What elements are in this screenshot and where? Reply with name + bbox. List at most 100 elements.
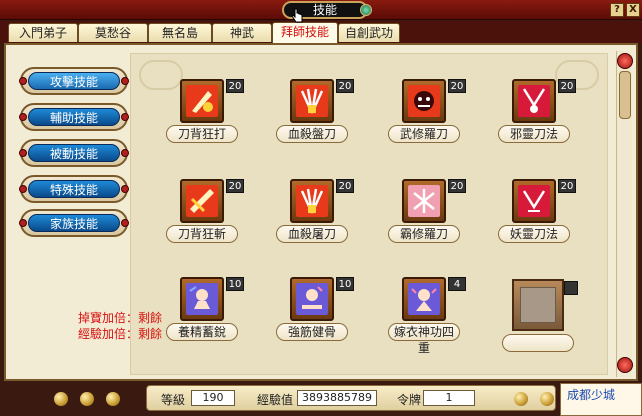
divine-art-icon bbox=[408, 283, 440, 315]
close-button[interactable]: X bbox=[626, 3, 640, 17]
skills-panel: 攻擊技能 輔助技能 被動技能 特殊技能 家族技能 掉寶加倍：剩餘 經驗加倍：剩餘… bbox=[4, 43, 638, 381]
skill-name: 血殺屠刀 bbox=[276, 225, 348, 243]
category-family-skills[interactable]: 家族技能 bbox=[19, 209, 129, 237]
skill-level-badge: 20 bbox=[558, 79, 576, 93]
skill-item-divine-art[interactable]: 4 嫁衣神功四重 bbox=[388, 277, 480, 355]
gem-icon bbox=[121, 149, 129, 157]
skill-name: 霸修羅刀 bbox=[388, 225, 460, 243]
skill-icon-frame[interactable] bbox=[402, 79, 446, 123]
location-panel: 成都少城 bbox=[560, 383, 642, 416]
exp-value: 3893885789 bbox=[297, 390, 377, 406]
gem-icon bbox=[121, 77, 129, 85]
skill-icon-frame[interactable] bbox=[402, 179, 446, 223]
category-support-skills[interactable]: 輔助技能 bbox=[19, 103, 129, 131]
blade-slash-icon bbox=[186, 185, 218, 217]
empty-level-badge bbox=[564, 281, 578, 295]
empty-skill-slot[interactable] bbox=[512, 279, 564, 331]
skill-level-badge: 10 bbox=[336, 277, 354, 291]
skill-icon-frame[interactable] bbox=[512, 179, 556, 223]
gem-icon bbox=[19, 185, 27, 193]
gem-icon bbox=[19, 149, 27, 157]
gold-bead-icon bbox=[540, 392, 554, 406]
category-passive-skills[interactable]: 被動技能 bbox=[19, 139, 129, 167]
tab-nameless-island[interactable]: 無名島 bbox=[148, 23, 212, 42]
gold-bead-icon bbox=[514, 392, 528, 406]
scroll-down-icon[interactable] bbox=[617, 357, 633, 373]
skill-name: 嫁衣神功四重 bbox=[388, 323, 460, 355]
skill-item-demon-spirit[interactable]: 20 妖靈刀法 bbox=[498, 179, 590, 245]
skill-name: 血殺盤刀 bbox=[276, 125, 348, 143]
gem-icon bbox=[121, 219, 129, 227]
character-info: 等級 190 經驗值 3893885789 令牌 1 bbox=[146, 385, 556, 411]
skill-item-strength[interactable]: 10 強筋健骨 bbox=[276, 277, 368, 343]
tab-mochou-valley[interactable]: 莫愁谷 bbox=[78, 23, 148, 42]
gold-bead-icon bbox=[54, 392, 68, 406]
skill-name: 妖靈刀法 bbox=[498, 225, 570, 243]
skills-window: 技能 ? X 入門弟子 莫愁谷 無名島 神武 拜師技能 自創武功 攻擊技能 輔助… bbox=[0, 0, 642, 416]
skill-item-blade-strike[interactable]: 20 刀背狂打 bbox=[166, 79, 258, 145]
skill-level-badge: 4 bbox=[448, 277, 466, 291]
hand-cursor-icon bbox=[291, 8, 303, 23]
help-button[interactable]: ? bbox=[610, 3, 624, 17]
skill-name: 邪靈刀法 bbox=[498, 125, 570, 143]
meditate-icon bbox=[186, 283, 218, 315]
asura-mask-icon bbox=[408, 85, 440, 117]
skill-item-blade-fan[interactable]: 20 血殺屠刀 bbox=[276, 179, 368, 245]
category-attack-skills[interactable]: 攻擊技能 bbox=[19, 67, 129, 95]
tab-master-skills[interactable]: 拜師技能 bbox=[272, 22, 338, 43]
scrollbar[interactable] bbox=[616, 51, 633, 377]
tab-entry-disciple[interactable]: 入門弟子 bbox=[8, 23, 78, 42]
gem-icon bbox=[19, 219, 27, 227]
gem-icon bbox=[121, 185, 129, 193]
skill-item-evil-spirit[interactable]: 20 邪靈刀法 bbox=[498, 79, 590, 145]
skill-icon-frame[interactable] bbox=[290, 179, 334, 223]
level-value: 190 bbox=[191, 390, 235, 406]
title-bar[interactable]: 技能 ? X bbox=[0, 0, 642, 20]
skill-item-blade-slash[interactable]: 20 刀背狂斬 bbox=[166, 179, 258, 245]
asura-blade-icon bbox=[408, 185, 440, 217]
token-value: 1 bbox=[423, 390, 475, 406]
skill-icon-frame[interactable] bbox=[180, 179, 224, 223]
evil-spirit-icon bbox=[518, 85, 550, 117]
tab-bar: 入門弟子 莫愁谷 無名島 神武 拜師技能 自創武功 bbox=[0, 21, 642, 43]
location-name: 成都少城 bbox=[567, 388, 616, 402]
level-label: 等級 bbox=[161, 393, 186, 407]
skill-icon-frame[interactable] bbox=[402, 277, 446, 321]
skill-item-meditate[interactable]: 10 養精蓄銳 bbox=[166, 277, 258, 343]
skill-level-badge: 10 bbox=[226, 277, 244, 291]
skill-item-blade-fan[interactable]: 20 血殺盤刀 bbox=[276, 79, 368, 145]
skill-icon-frame[interactable] bbox=[290, 79, 334, 123]
skill-icon-frame[interactable] bbox=[512, 79, 556, 123]
blade-fan-icon bbox=[296, 185, 328, 217]
scroll-up-icon[interactable] bbox=[617, 53, 633, 69]
blade-strike-icon bbox=[186, 85, 218, 117]
drop-bonus-text: 掉寶加倍：剩餘 bbox=[78, 311, 163, 325]
skill-level-badge: 20 bbox=[336, 179, 354, 193]
tab-self-created[interactable]: 自創武功 bbox=[338, 23, 400, 42]
empty-skill-label bbox=[502, 334, 574, 352]
tab-divine-martial[interactable]: 神武 bbox=[212, 23, 272, 42]
skill-name: 刀背狂打 bbox=[166, 125, 238, 143]
gold-bead-icon bbox=[80, 392, 94, 406]
skill-level-badge: 20 bbox=[448, 79, 466, 93]
skill-icon-frame[interactable] bbox=[180, 79, 224, 123]
skill-level-badge: 20 bbox=[226, 179, 244, 193]
status-bar: 等級 190 經驗值 3893885789 令牌 1 成都少城 bbox=[0, 381, 642, 416]
skill-icon-frame[interactable] bbox=[290, 277, 334, 321]
category-special-skills[interactable]: 特殊技能 bbox=[19, 175, 129, 203]
demon-spirit-icon bbox=[518, 185, 550, 217]
gem-icon bbox=[121, 113, 129, 121]
skill-item-asura-mask[interactable]: 20 武修羅刀 bbox=[388, 79, 480, 145]
skill-name: 武修羅刀 bbox=[388, 125, 460, 143]
skill-item-asura-blade[interactable]: 20 霸修羅刀 bbox=[388, 179, 480, 245]
exp-bonus-text: 經驗加倍：剩餘 bbox=[78, 327, 163, 341]
skill-name: 強筋健骨 bbox=[276, 323, 348, 341]
skill-level-badge: 20 bbox=[336, 79, 354, 93]
exp-label: 經驗值 bbox=[257, 393, 294, 407]
skill-icon-frame[interactable] bbox=[180, 277, 224, 321]
scroll-thumb[interactable] bbox=[619, 71, 631, 119]
token-label: 令牌 bbox=[397, 393, 422, 407]
gold-bead-icon bbox=[106, 392, 120, 406]
skill-level-badge: 20 bbox=[558, 179, 576, 193]
jade-ornament-icon bbox=[360, 4, 372, 16]
